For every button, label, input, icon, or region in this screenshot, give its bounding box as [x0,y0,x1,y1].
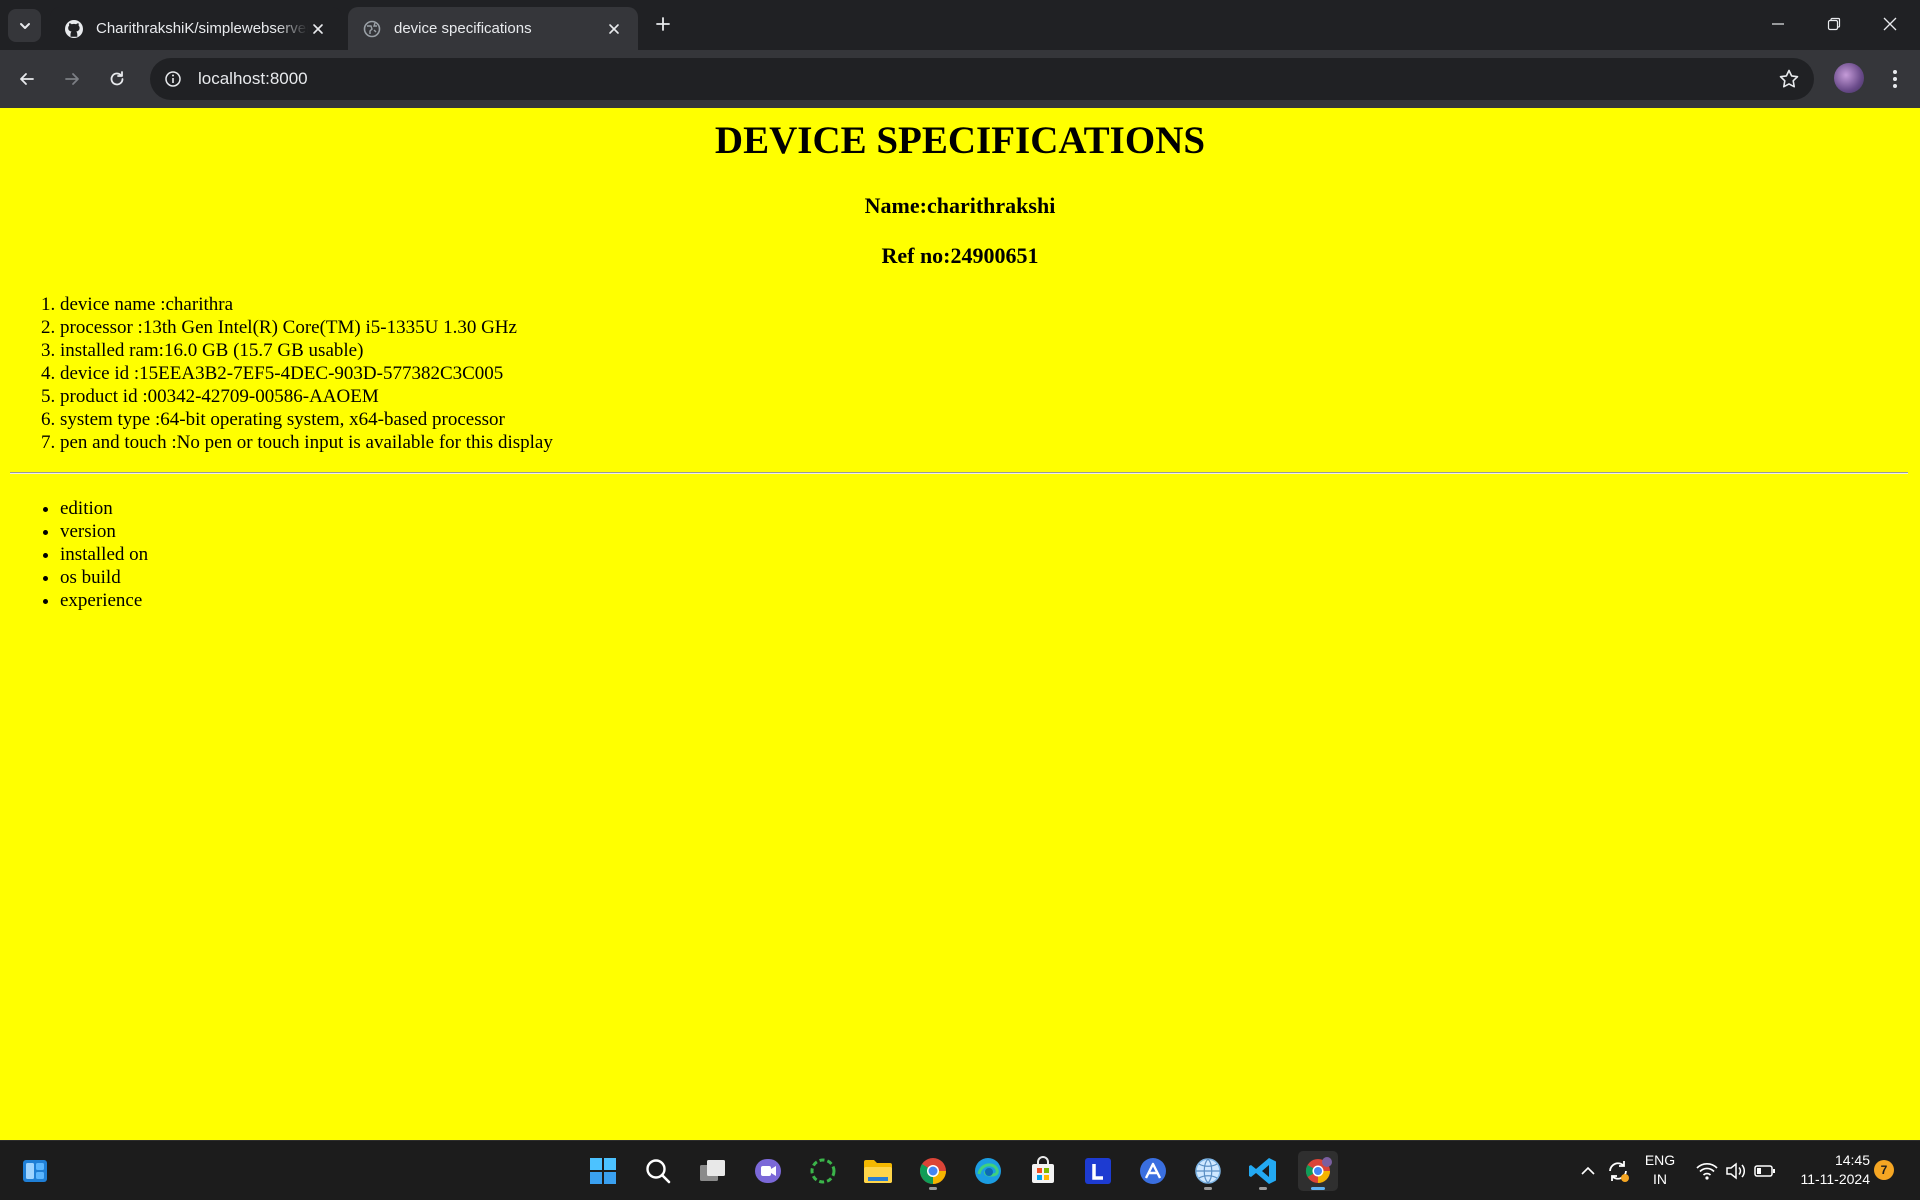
spec-item: processor :13th Gen Intel(R) Core(TM) i5… [60,316,553,339]
spec-item: pen and touch :No pen or touch input is … [60,431,553,454]
tab-github[interactable]: CharithrakshiK/simplewebserver [50,7,342,50]
reload-icon [110,71,124,86]
battery-icon[interactable] [1745,1151,1785,1191]
loading-app-icon[interactable] [803,1151,843,1191]
file-explorer-icon[interactable] [858,1151,898,1191]
arrow-right-icon [65,73,79,85]
l-app-icon[interactable] [1078,1151,1118,1191]
browser-toolbar: localhost:8000 [0,50,1920,108]
region-code: IN [1653,1171,1667,1187]
list-item: os build [60,566,148,589]
running-indicator [1259,1187,1267,1190]
close-icon[interactable] [308,19,328,39]
url-text[interactable]: localhost:8000 [198,69,308,89]
sync-icon[interactable] [1598,1151,1638,1191]
tab-device-specifications[interactable]: device specifications [348,7,638,50]
running-indicator [1311,1187,1325,1190]
teams-icon[interactable] [748,1151,788,1191]
list-item: edition [60,497,148,520]
language-indicator[interactable]: ENG IN [1640,1151,1680,1189]
page-content: DEVICE SPECIFICATIONS Name:charithrakshi… [0,108,1920,1140]
language-code: ENG [1644,1152,1676,1168]
notification-badge[interactable]: 7 [1874,1160,1894,1180]
new-tab-button[interactable] [650,11,676,37]
globe-icon [362,19,382,39]
list-item: installed on [60,543,148,566]
plus-icon [656,17,670,31]
running-indicator [1204,1187,1212,1190]
forward-button[interactable] [56,63,88,95]
back-button[interactable] [11,63,43,95]
tab-title: device specifications [394,20,532,37]
edge-icon[interactable] [968,1151,1008,1191]
tab-search-button[interactable] [8,9,41,42]
restore-button[interactable] [1806,0,1862,48]
clock[interactable]: 14:45 11-11-2024 [1790,1151,1870,1189]
windows-specs-list: edition version installed on os build ex… [20,497,148,612]
spec-item: device id :15EEA3B2-7EF5-4DEC-903D-57738… [60,362,553,385]
restore-icon [1827,17,1841,31]
spec-item: product id :00342-42709-00586-AAOEM [60,385,553,408]
arc-app-icon[interactable] [1133,1151,1173,1191]
more-vertical-icon [1893,70,1897,88]
browser-titlebar: CharithrakshiK/simplewebserver device sp… [0,0,1920,50]
bookmark-star-icon[interactable] [1778,68,1800,95]
site-info-icon[interactable] [162,68,184,90]
github-icon [64,19,84,39]
taskbar: ENG IN 14:45 11-11-2024 7 [0,1140,1920,1200]
search-icon[interactable] [638,1151,678,1191]
divider [10,472,1908,474]
spec-item: device name :charithra [60,293,553,316]
widgets-icon[interactable] [15,1151,55,1191]
list-item: version [60,520,148,543]
tab-title: CharithrakshiK/simplewebserver [96,20,308,37]
specs-list: device name :charithra processor :13th G… [20,293,553,454]
minimize-icon [1772,23,1784,25]
arrow-left-icon [20,73,34,85]
list-item: experience [60,589,148,612]
minimize-button[interactable] [1750,0,1806,48]
chrome-profile-icon[interactable] [1298,1151,1338,1191]
start-icon[interactable] [583,1151,623,1191]
name-heading: Name:charithrakshi [864,193,1056,218]
chrome-icon[interactable] [913,1151,953,1191]
close-icon [1883,17,1897,31]
profile-avatar[interactable] [1834,63,1864,93]
chevron-down-icon [19,22,30,29]
ref-number-heading: Ref no:24900651 [881,243,1039,268]
browser-menu-button[interactable] [1880,64,1910,94]
spec-item: installed ram:16.0 GB (15.7 GB usable) [60,339,553,362]
vscode-icon[interactable] [1243,1151,1283,1191]
task-view-icon[interactable] [693,1151,733,1191]
store-icon[interactable] [1023,1151,1063,1191]
globe-app-icon[interactable] [1188,1151,1228,1191]
address-bar[interactable]: localhost:8000 [150,58,1814,100]
reload-button[interactable] [101,63,133,95]
spec-item: system type :64-bit operating system, x6… [60,408,553,431]
running-indicator [929,1187,937,1190]
date-text: 11-11-2024 [1800,1171,1870,1187]
time-text: 14:45 [1834,1152,1870,1168]
page-title: DEVICE SPECIFICATIONS [714,119,1206,162]
close-window-button[interactable] [1862,0,1918,48]
close-icon[interactable] [604,19,624,39]
